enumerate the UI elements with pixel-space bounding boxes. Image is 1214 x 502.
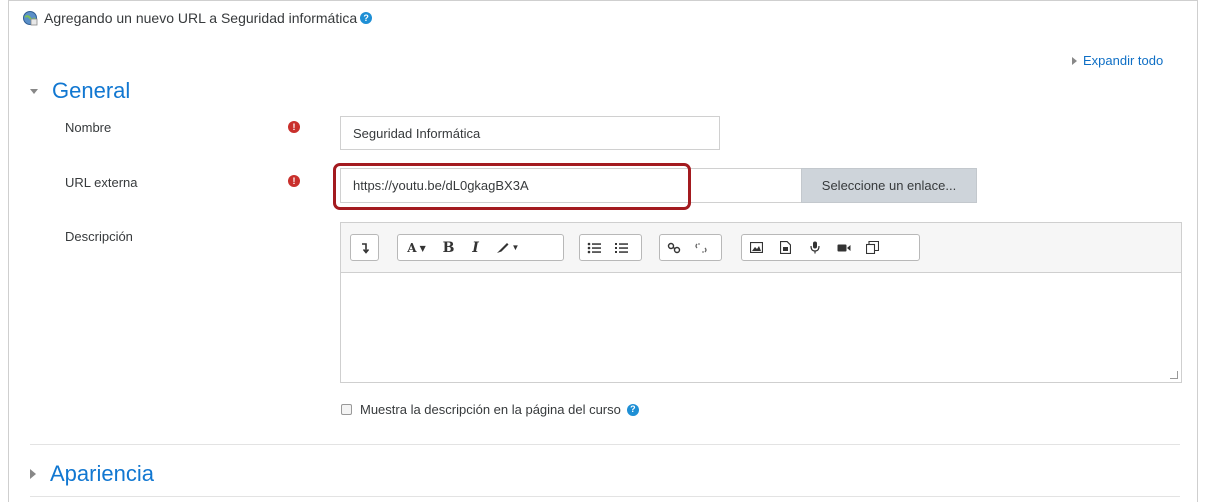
italic-icon[interactable]: I: [462, 235, 489, 260]
help-icon[interactable]: ?: [360, 12, 373, 24]
section-divider: [30, 496, 1180, 497]
required-icon: !: [288, 121, 300, 133]
media-icon[interactable]: [771, 235, 800, 260]
font-style-icon[interactable]: A ▼: [398, 235, 435, 260]
caret-right-icon: [1072, 56, 1077, 65]
section-apariencia-toggle[interactable]: Apariencia: [30, 461, 154, 487]
unlink-icon[interactable]: [687, 235, 714, 260]
bold-icon[interactable]: B: [435, 235, 462, 260]
show-description-label: Muestra la descripción en la página del …: [360, 402, 621, 417]
record-audio-icon[interactable]: [800, 235, 829, 260]
collapse-toolbar-icon[interactable]: [351, 235, 378, 260]
help-icon[interactable]: ?: [626, 403, 639, 416]
editor-toolbar: A ▼ B I ▼: [341, 223, 1181, 273]
page-title: Agregando un nuevo URL a Seguridad infor…: [44, 10, 358, 26]
section-apariencia-title: Apariencia: [50, 461, 154, 486]
nombre-input[interactable]: Seguridad Informática: [340, 116, 720, 150]
frame-left-border: [8, 0, 9, 502]
url-module-icon: [22, 10, 38, 26]
show-description-checkbox[interactable]: [341, 404, 352, 415]
expand-all-link[interactable]: Expandir todo: [1072, 53, 1163, 68]
section-divider: [30, 444, 1180, 445]
select-link-button[interactable]: Seleccione un enlace...: [801, 168, 977, 203]
frame-right-border: [1197, 0, 1198, 502]
show-description-row: Muestra la descripción en la página del …: [341, 402, 639, 417]
section-general-toggle[interactable]: General: [30, 78, 130, 104]
caret-right-icon: [30, 469, 36, 479]
expand-all-label: Expandir todo: [1083, 53, 1164, 68]
nombre-label: Nombre: [65, 120, 112, 135]
ordered-list-icon[interactable]: [607, 235, 634, 260]
description-textarea[interactable]: [341, 274, 1181, 382]
link-icon[interactable]: [660, 235, 687, 260]
description-editor: A ▼ B I ▼: [340, 222, 1182, 383]
section-general-title: General: [52, 78, 131, 103]
caret-down-icon: [30, 88, 38, 94]
frame-top-border: [8, 0, 1198, 1]
descripcion-label: Descripción: [65, 229, 133, 244]
required-icon: !: [288, 175, 300, 187]
url-label: URL externa: [65, 175, 138, 190]
url-highlight-box: [333, 163, 691, 210]
page-header: Agregando un nuevo URL a Seguridad infor…: [22, 10, 373, 26]
unordered-list-icon[interactable]: [580, 235, 607, 260]
text-color-icon[interactable]: ▼: [489, 235, 526, 260]
record-video-icon[interactable]: [829, 235, 858, 260]
manage-files-icon[interactable]: [858, 235, 887, 260]
resize-handle-icon[interactable]: [1170, 371, 1178, 379]
image-icon[interactable]: [742, 235, 771, 260]
